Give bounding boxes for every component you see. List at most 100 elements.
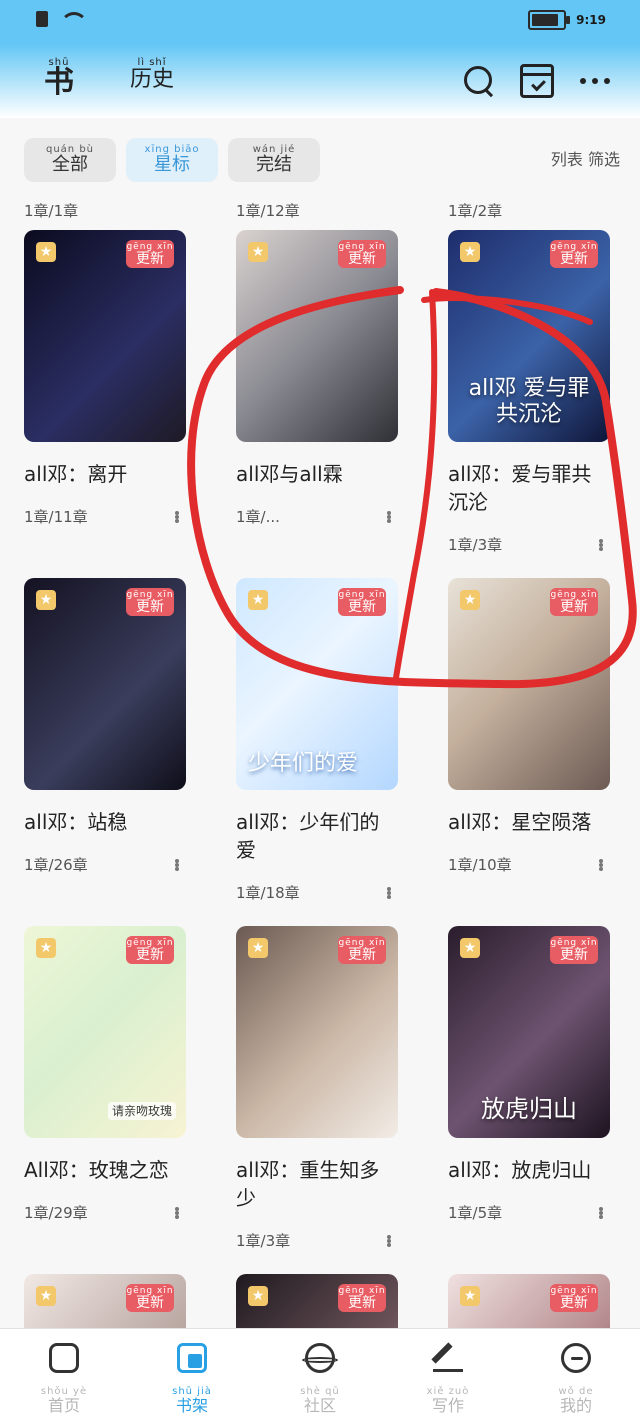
book-progress-row: 1章/18章 (236, 882, 398, 903)
book-progress: 1章/5章 (448, 1204, 503, 1222)
status-bar: 9:19 (0, 0, 640, 44)
more-options-icon[interactable] (592, 1206, 610, 1219)
book-progress-row: 1章/3章 (448, 534, 610, 555)
update-badge: gēng xīn 更新 (338, 1284, 386, 1312)
update-badge: gēng xīn 更新 (338, 588, 386, 616)
book-cover[interactable]: ★ gēng xīn 更新 (24, 230, 186, 442)
book-cover[interactable]: ★ gēng xīn 更新 请亲吻玫瑰 (24, 926, 186, 1138)
book-title: all邓：重生知多少 (236, 1158, 380, 1210)
update-badge: gēng xīn 更新 (338, 936, 386, 964)
book-progress: 1章/3章 (448, 536, 503, 554)
planet-icon (302, 1343, 338, 1373)
nav-home-label: shǒu yè 首页 (41, 1387, 87, 1415)
book-card[interactable]: ★ gēng xīn 更新 (24, 1274, 186, 1328)
battery-icon (528, 10, 571, 30)
nav-writing[interactable]: xiě zuò 写作 (384, 1343, 512, 1415)
list-filter-links[interactable]: 列表 筛选 (551, 146, 620, 170)
book-cover[interactable]: ★ gēng xīn 更新 (448, 1274, 610, 1328)
nav-home[interactable]: shǒu yè 首页 (0, 1343, 128, 1415)
book-cover[interactable]: ★ gēng xīn 更新 少年们的爱 (236, 578, 398, 790)
book-cover[interactable]: ★ gēng xīn 更新 (236, 230, 398, 442)
cover-text: 少年们的爱 (248, 751, 359, 776)
book-progress: 1章/18章 (236, 884, 300, 902)
star-icon: ★ (36, 590, 56, 610)
badge-label: 更新 (348, 946, 376, 963)
book-card[interactable]: ★ gēng xīn 更新 少年们的爱 all邓：少年们的爱 1章/18章 (236, 578, 398, 903)
filter-all[interactable]: quán bù 全部 (24, 138, 116, 182)
book-cover[interactable]: ★ gēng xīn 更新 (24, 578, 186, 790)
header-actions (462, 64, 612, 98)
book-title: all邓：星空陨落 (448, 810, 592, 834)
update-badge: gēng xīn 更新 (126, 1284, 174, 1312)
search-icon[interactable] (462, 64, 496, 98)
more-options-icon[interactable] (168, 1206, 186, 1219)
chat-icon (561, 1343, 591, 1373)
book-progress: 1章/11章 (24, 508, 88, 526)
nav-me-text: 我的 (559, 1396, 592, 1415)
book-card[interactable]: ★ gēng xīn 更新 all邓：星空陨落 1章/10章 (448, 578, 610, 875)
book-title: all邓：站稳 (24, 810, 128, 834)
cover-text: 放虎归山 (481, 1095, 577, 1123)
book-card[interactable]: ★ gēng xīn 更新 (236, 1274, 398, 1328)
more-options-icon[interactable] (380, 886, 398, 899)
book-card[interactable]: ★ gēng xīn 更新 请亲吻玫瑰 All邓：玫瑰之恋 1章/29章 (24, 926, 186, 1223)
badge-label: 更新 (348, 250, 376, 267)
more-options-icon[interactable] (592, 858, 610, 871)
badge-label: 更新 (136, 1294, 164, 1311)
tab-book[interactable]: shū 书 (44, 58, 74, 98)
more-icon[interactable] (578, 64, 612, 98)
tab-book-label: 书 (44, 65, 74, 100)
book-cover[interactable]: ★ gēng xīn 更新 (24, 1274, 186, 1328)
nav-community-label: shè qū 社区 (300, 1387, 340, 1415)
filter-chips: quán bù 全部 xīng biāo 星标 wán jié 完结 (24, 138, 320, 182)
filter-completed[interactable]: wán jié 完结 (228, 138, 320, 182)
nav-community[interactable]: shè qū 社区 (256, 1343, 384, 1415)
book-card[interactable]: ★ gēng xīn 更新 all邓：站稳 1章/26章 (24, 578, 186, 875)
book-cover[interactable]: ★ gēng xīn 更新 all邓 爱与罪 共沉沦 (448, 230, 610, 442)
book-progress-row: 1章/... (236, 506, 398, 527)
more-options-icon[interactable] (380, 510, 398, 523)
book-cover[interactable]: ★ gēng xīn 更新 放虎归山 (448, 926, 610, 1138)
nav-me[interactable]: wǒ de 我的 (512, 1343, 640, 1415)
more-options-icon[interactable] (592, 538, 610, 551)
more-options-icon[interactable] (168, 510, 186, 523)
badge-label: 更新 (560, 250, 588, 267)
calendar-icon[interactable] (520, 64, 554, 98)
star-icon: ★ (248, 1286, 268, 1306)
book-card[interactable]: ★ gēng xīn 更新 all邓：离开 1章/11章 (24, 230, 186, 527)
bottom-navigation: shǒu yè 首页 shū jià 书架 shè qū 社区 xiě zuò … (0, 1328, 640, 1423)
update-badge: gēng xīn 更新 (126, 240, 174, 268)
book-title: all邓：放虎归山 (448, 1158, 592, 1182)
tab-history[interactable]: lì shǐ 历史 (130, 58, 174, 92)
nav-writing-label: xiě zuò 写作 (427, 1387, 470, 1415)
filter-starred[interactable]: xīng biāo 星标 (126, 138, 218, 182)
badge-label: 更新 (348, 598, 376, 615)
badge-label: 更新 (560, 946, 588, 963)
cover-text: all邓 爱与罪 共沉沦 (468, 376, 590, 427)
book-title: all邓：离开 (24, 462, 128, 486)
book-title: all邓：爱与罪共沉沦 (448, 462, 592, 514)
update-badge: gēng xīn 更新 (550, 240, 598, 268)
nav-bookshelf[interactable]: shū jià 书架 (128, 1343, 256, 1415)
book-title: all邓：少年们的爱 (236, 810, 380, 862)
nav-me-label: wǒ de 我的 (559, 1387, 594, 1415)
star-icon: ★ (36, 242, 56, 262)
badge-label: 更新 (136, 250, 164, 267)
bookshelf-content: quán bù 全部 xīng biāo 星标 wán jié 完结 列表 筛选… (0, 118, 640, 1328)
book-cover[interactable]: ★ gēng xīn 更新 (236, 926, 398, 1138)
update-badge: gēng xīn 更新 (550, 936, 598, 964)
book-title: all邓与all霖 (236, 462, 343, 486)
book-cover[interactable]: ★ gēng xīn 更新 (448, 578, 610, 790)
book-card[interactable]: ★ gēng xīn 更新 all邓：重生知多少 1章/3章 (236, 926, 398, 1251)
book-card[interactable]: ★ gēng xīn 更新 (448, 1274, 610, 1328)
book-progress: 1章/29章 (24, 1204, 88, 1222)
book-cover[interactable]: ★ gēng xīn 更新 (236, 1274, 398, 1328)
book-card[interactable]: ★ gēng xīn 更新 all邓与all霖 1章/... (236, 230, 398, 527)
book-card[interactable]: ★ gēng xīn 更新 放虎归山 all邓：放虎归山 1章/5章 (448, 926, 610, 1223)
book-title: All邓：玫瑰之恋 (24, 1158, 169, 1182)
top-progress-2: 1章/12章 (236, 202, 300, 220)
more-options-icon[interactable] (380, 1234, 398, 1247)
book-progress-row: 1章/29章 (24, 1202, 186, 1223)
book-card[interactable]: ★ gēng xīn 更新 all邓 爱与罪 共沉沦 all邓：爱与罪共沉沦 1… (448, 230, 610, 555)
more-options-icon[interactable] (168, 858, 186, 871)
